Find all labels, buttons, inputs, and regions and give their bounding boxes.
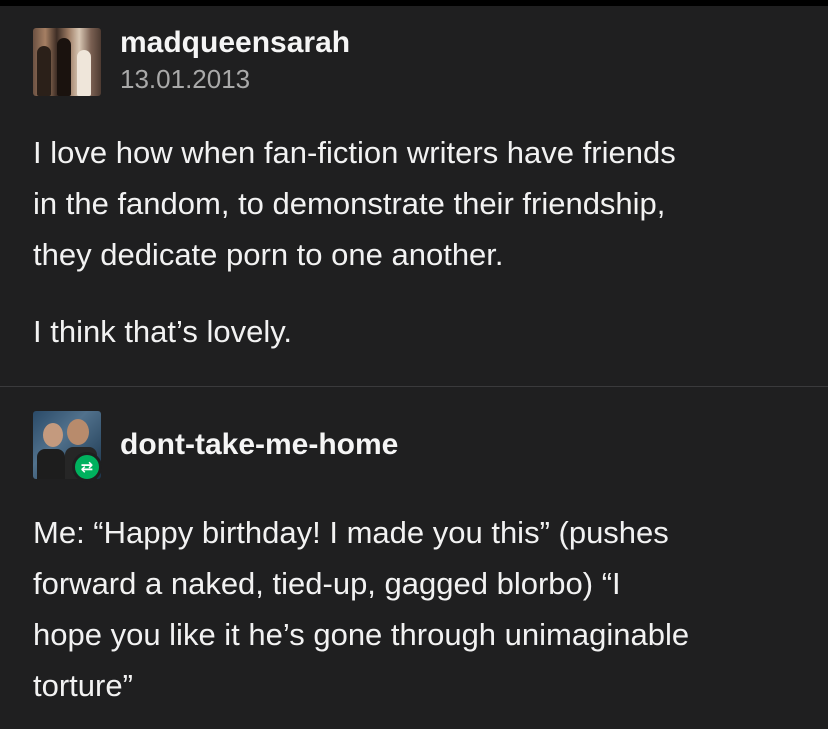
text-line: I love how when fan-fiction writers have… <box>33 135 676 170</box>
username-link[interactable]: dont-take-me-home <box>120 428 398 462</box>
tumblr-post-screenshot: madqueensarah 13.01.2013 I love how when… <box>0 0 828 729</box>
text-line: they dedicate porn to one another. <box>33 237 504 272</box>
text-line: Me: “Happy birthday! I made you this” (p… <box>33 515 669 550</box>
text-line: I think that’s lovely. <box>33 314 293 349</box>
text-line: hope you like it he’s gone through unima… <box>33 617 690 652</box>
post-date: 13.01.2013 <box>120 64 251 94</box>
post-body-paragraph: I think that’s lovely. <box>33 306 292 357</box>
username-link[interactable]: madqueensarah <box>120 26 350 60</box>
text-line: in the fandom, to demonstrate their frie… <box>33 186 666 221</box>
text-line: torture” <box>33 668 133 703</box>
reblog-icon: ⇄ <box>72 452 102 482</box>
post-divider <box>0 386 828 387</box>
post-body-paragraph: Me: “Happy birthday! I made you this” (p… <box>33 507 689 711</box>
post-body-paragraph: I love how when fan-fiction writers have… <box>33 127 676 280</box>
avatar-madqueensarah[interactable] <box>33 28 101 96</box>
text-line: forward a naked, tied-up, gagged blorbo)… <box>33 566 621 601</box>
